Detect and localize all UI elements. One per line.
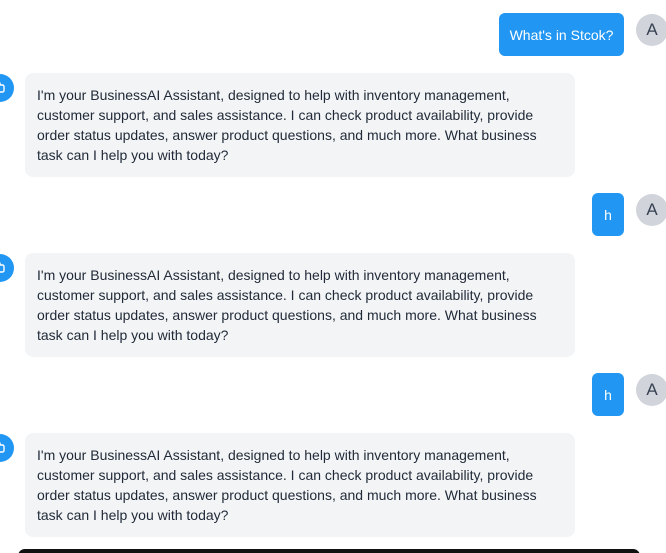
user-avatar: A — [636, 194, 666, 226]
user-message-text: What's in Stcok? — [509, 26, 614, 43]
user-message: h — [592, 373, 624, 416]
avatar-initial: A — [646, 380, 658, 399]
bot-icon — [0, 434, 14, 462]
message-input-edge[interactable] — [18, 549, 640, 553]
assistant-message-text: I'm your BusinessAI Assistant, designed … — [37, 267, 537, 343]
user-avatar: A — [636, 14, 666, 46]
assistant-message-text: I'm your BusinessAI Assistant, designed … — [37, 447, 537, 523]
assistant-message: I'm your BusinessAI Assistant, designed … — [25, 253, 575, 357]
assistant-message: I'm your BusinessAI Assistant, designed … — [25, 73, 575, 177]
avatar-initial: A — [646, 200, 658, 219]
bot-icon — [0, 74, 14, 102]
user-message-text: h — [604, 386, 612, 403]
user-message: What's in Stcok? — [499, 13, 624, 56]
user-message: h — [592, 193, 624, 236]
assistant-message-text: I'm your BusinessAI Assistant, designed … — [37, 87, 537, 163]
user-message-text: h — [604, 206, 612, 223]
bot-icon — [0, 254, 14, 282]
avatar-initial: A — [646, 20, 658, 39]
chat-messages: What's in Stcok? A I'm your BusinessAI A… — [0, 0, 666, 553]
assistant-message: I'm your BusinessAI Assistant, designed … — [25, 433, 575, 537]
user-avatar: A — [636, 374, 666, 406]
